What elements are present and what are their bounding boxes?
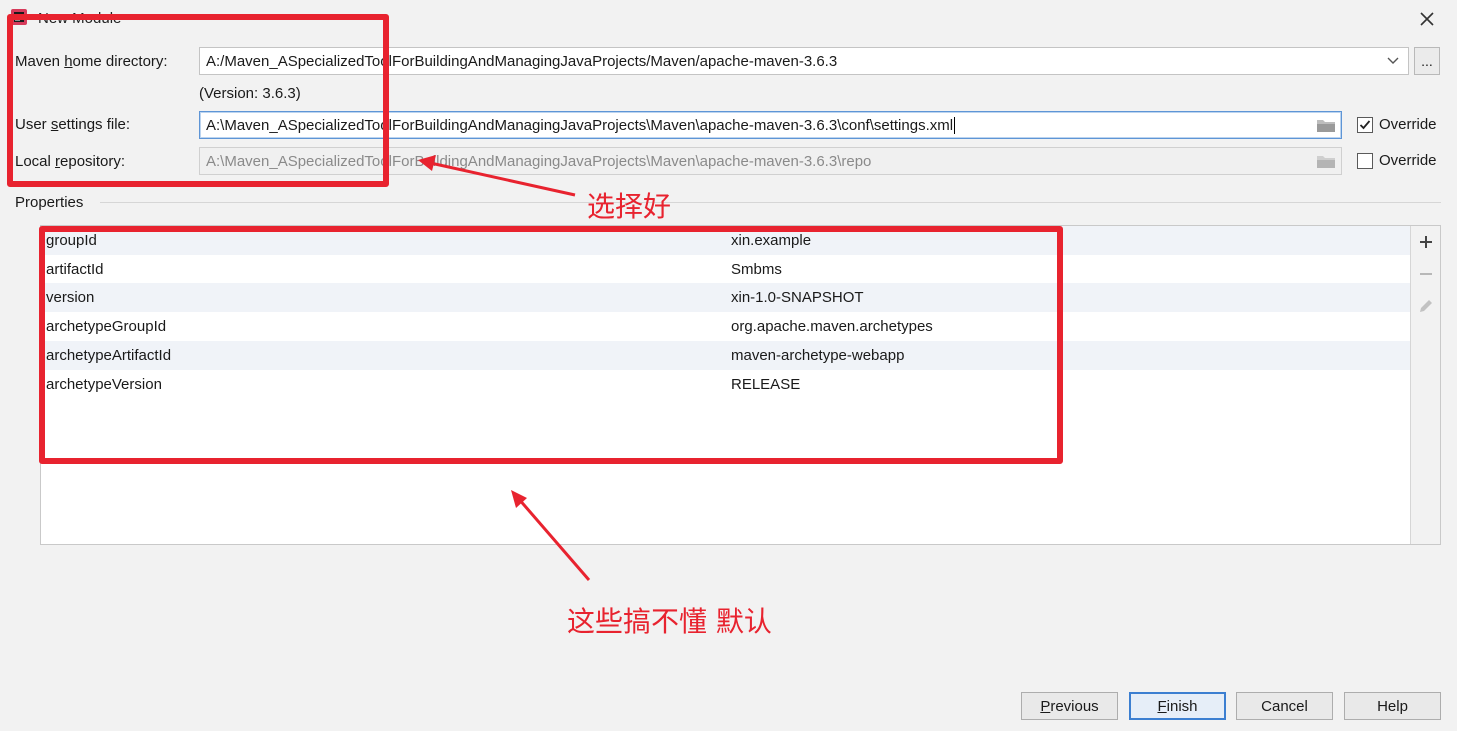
annotation-box-settings [7, 14, 389, 187]
help-button[interactable]: Help [1344, 692, 1441, 720]
override-checkbox-checked[interactable] [1357, 116, 1373, 133]
edit-pencil-icon[interactable] [1411, 294, 1441, 318]
remove-icon[interactable] [1411, 262, 1441, 286]
finish-button[interactable]: Finish [1129, 692, 1226, 720]
cancel-button[interactable]: Cancel [1236, 692, 1333, 720]
previous-button[interactable]: Previous [1021, 692, 1118, 720]
annotation-arrow-settings [418, 155, 576, 197]
close-icon[interactable] [1416, 8, 1438, 30]
user-settings-override[interactable]: Override [1357, 116, 1437, 133]
properties-title: Properties [15, 194, 84, 211]
folder-icon[interactable] [1315, 116, 1337, 134]
text-caret [954, 116, 956, 134]
annotation-text-default: 这些搞不懂 默认 [567, 605, 772, 638]
local-repo-override[interactable]: Override [1357, 152, 1437, 169]
override-label: Override [1379, 152, 1437, 169]
maven-home-browse-button[interactable]: ... [1414, 47, 1440, 75]
override-checkbox-unchecked[interactable] [1357, 152, 1373, 169]
annotation-text-select: 选择好 [587, 190, 672, 223]
add-icon[interactable] [1411, 230, 1441, 254]
folder-icon [1315, 152, 1337, 170]
properties-divider [100, 202, 1441, 203]
override-label: Override [1379, 116, 1437, 133]
properties-toolbar [1410, 226, 1440, 544]
annotation-arrow-properties [511, 490, 591, 581]
chevron-down-icon[interactable] [1384, 52, 1402, 70]
annotation-box-properties [39, 226, 1063, 464]
